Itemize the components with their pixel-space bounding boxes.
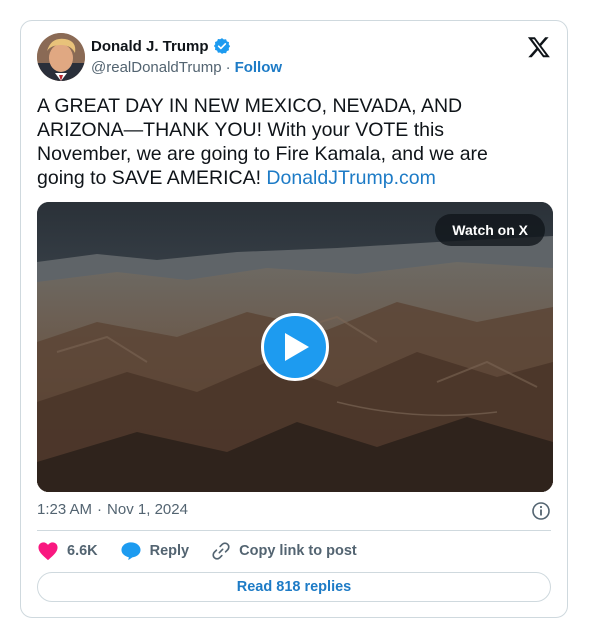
like-count: 6.6K (67, 543, 98, 559)
heart-icon (38, 542, 58, 561)
follow-link[interactable]: Follow (235, 59, 283, 76)
divider (37, 530, 551, 531)
reply-bubble-icon (121, 542, 141, 561)
author-handle[interactable]: @realDonaldTrump (91, 59, 222, 76)
info-icon[interactable] (531, 501, 551, 521)
author-block: Donald J. Trump @realDonaldTrump · Follow (91, 37, 283, 77)
like-button[interactable]: 6.6K (37, 541, 98, 561)
action-bar: 6.6K Reply Copy link to post (37, 540, 379, 562)
reply-button[interactable]: Reply (120, 541, 190, 561)
tweet-link[interactable]: DonaldJTrump.com (266, 167, 435, 189)
read-replies-button[interactable]: Read 818 replies (37, 572, 551, 602)
avatar[interactable] (37, 33, 85, 81)
play-icon (285, 333, 309, 361)
tweet-card: Donald J. Trump @realDonaldTrump · Follow … (20, 20, 568, 618)
handle-separator: · (225, 59, 231, 76)
tweet-text: A GREAT DAY IN NEW MEXICO, NEVADA, AND A… (37, 94, 537, 190)
tweet-time[interactable]: 1:23 AM (37, 501, 92, 518)
tweet-meta: 1:23 AM · Nov 1, 2024 (37, 501, 551, 521)
copy-link-button[interactable]: Copy link to post (211, 541, 357, 561)
tweet-header: Donald J. Trump @realDonaldTrump · Follow (37, 33, 551, 83)
author-name[interactable]: Donald J. Trump (91, 38, 209, 55)
tweet-date[interactable]: Nov 1, 2024 (107, 501, 188, 518)
play-button[interactable] (261, 313, 329, 381)
reply-label: Reply (149, 543, 190, 559)
video-player[interactable]: Watch on X (37, 202, 553, 492)
verified-badge-icon (213, 37, 231, 55)
link-icon (212, 542, 230, 560)
x-logo-icon[interactable] (527, 35, 551, 59)
copy-link-label: Copy link to post (239, 543, 357, 559)
watch-on-x-button[interactable]: Watch on X (435, 214, 545, 246)
meta-separator: · (97, 501, 103, 518)
